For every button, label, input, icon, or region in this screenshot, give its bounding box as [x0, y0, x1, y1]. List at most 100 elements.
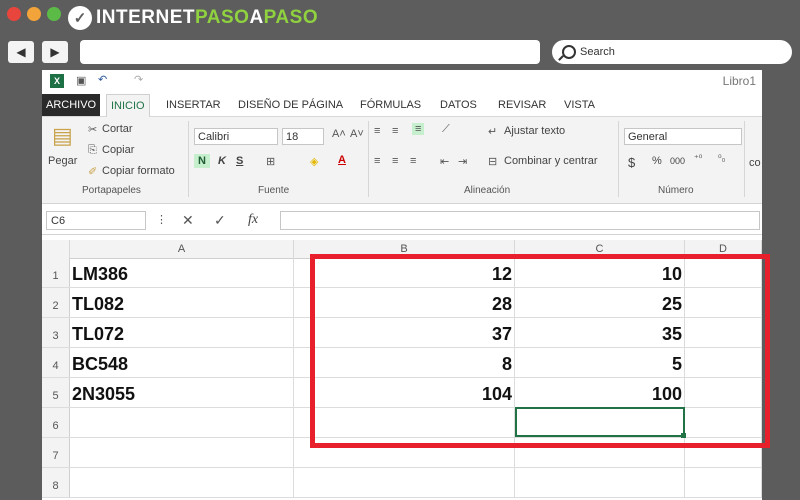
close-window-button[interactable]	[7, 7, 21, 21]
italic-button[interactable]: K	[218, 155, 226, 167]
paste-button[interactable]: Pegar	[48, 155, 77, 167]
cell-b8[interactable]	[294, 468, 515, 497]
cell-d8[interactable]	[685, 468, 762, 497]
align-left-icon[interactable]: ≡	[374, 155, 380, 167]
red-highlight-box	[310, 254, 770, 448]
font-name-value: Calibri	[198, 131, 230, 143]
currency-button[interactable]: $	[628, 155, 635, 170]
cell-a2[interactable]: TL082	[70, 288, 294, 317]
triangle-left-icon: ◀	[16, 45, 26, 59]
back-button[interactable]: ◀	[8, 41, 34, 63]
cell-a7[interactable]	[70, 438, 294, 467]
name-box[interactable]: C6	[46, 211, 146, 230]
group-divider	[618, 121, 619, 197]
cell-a4[interactable]: BC548	[70, 348, 294, 377]
grow-font-icon[interactable]: A˄	[332, 128, 346, 140]
maximize-window-button[interactable]	[47, 7, 61, 21]
ribbon-home: ▤ Pegar ✂ Cortar ⎘ Copiar ✐ Copiar forma…	[42, 117, 762, 204]
logo-word-internet: INTERNET	[96, 7, 195, 28]
percent-button[interactable]: %	[652, 155, 662, 167]
thousands-button[interactable]: 000	[670, 156, 685, 166]
copy-button[interactable]: Copiar	[102, 144, 134, 156]
search-placeholder: Search	[580, 46, 615, 58]
cell-a1[interactable]: LM386	[70, 258, 294, 287]
row-header[interactable]: 2	[42, 288, 70, 317]
scissors-icon[interactable]: ✂	[88, 123, 97, 136]
site-logo[interactable]: ✓ INTERNET PASO A PASO	[68, 5, 318, 31]
number-format-value: General	[628, 131, 668, 143]
format-painter-icon[interactable]: ✐	[88, 165, 97, 178]
workbook-title: Libro1	[722, 74, 756, 88]
tab-datos[interactable]: DATOS	[436, 94, 481, 116]
tab-archivo[interactable]: ARCHIVO	[42, 94, 101, 116]
bold-button[interactable]: N	[194, 154, 210, 168]
align-middle-icon[interactable]: ≡	[392, 125, 398, 137]
row-header[interactable]: 8	[42, 468, 70, 497]
format-painter-button[interactable]: Copiar formato	[102, 165, 175, 177]
merge-center-button[interactable]: Combinar y centrar	[504, 155, 598, 167]
cell-a5[interactable]: 2N3055	[70, 378, 294, 407]
font-color-icon[interactable]: A	[338, 154, 346, 166]
tab-diseno-de-pagina[interactable]: DISEÑO DE PÁGINA	[234, 94, 347, 116]
redo-icon[interactable]: ↷	[134, 73, 143, 86]
underline-button[interactable]: S	[236, 155, 243, 167]
address-bar[interactable]	[80, 40, 540, 64]
font-size-select[interactable]: 18	[282, 128, 324, 145]
shrink-font-icon[interactable]: A˅	[350, 128, 364, 140]
row-header[interactable]: 6	[42, 408, 70, 437]
row-header[interactable]: 1	[42, 258, 70, 287]
search-input[interactable]: Search	[552, 40, 792, 64]
row-header[interactable]: 5	[42, 378, 70, 407]
decrease-indent-icon[interactable]: ⇤	[440, 155, 449, 168]
cell-a8[interactable]	[70, 468, 294, 497]
forward-button[interactable]: ▶	[42, 41, 68, 63]
borders-icon[interactable]: ⊞	[266, 155, 275, 168]
cut-button[interactable]: Cortar	[102, 123, 133, 135]
number-format-select[interactable]: General	[624, 128, 742, 145]
fill-color-icon[interactable]: ◈	[310, 155, 318, 168]
more-options-icon[interactable]: ⋮	[156, 213, 167, 226]
formula-input[interactable]	[280, 211, 760, 230]
cancel-icon[interactable]: ✕	[182, 212, 194, 229]
tab-vista[interactable]: VISTA	[560, 94, 599, 116]
align-top-icon[interactable]: ≡	[374, 125, 380, 137]
merge-center-icon[interactable]: ⊟	[488, 155, 497, 168]
wrap-text-button[interactable]: Ajustar texto	[504, 125, 565, 137]
paste-icon[interactable]: ▤	[52, 123, 73, 149]
formula-bar: C6 ⋮ ✕ ✓ fx	[42, 208, 762, 235]
align-right-icon[interactable]: ≡	[410, 155, 416, 167]
wrap-text-icon[interactable]: ↵	[488, 125, 497, 138]
logo-icon: ✓	[68, 6, 92, 30]
font-size-value: 18	[286, 131, 299, 143]
logo-word-paso-2: PASO	[263, 7, 319, 28]
save-icon[interactable]: ▣	[76, 74, 86, 87]
copy-icon[interactable]: ⎘	[88, 144, 97, 157]
align-center-icon[interactable]: ≡	[392, 155, 398, 167]
increase-indent-icon[interactable]: ⇥	[458, 155, 467, 168]
enter-icon[interactable]: ✓	[214, 212, 226, 229]
undo-icon[interactable]: ↶	[98, 73, 107, 86]
orientation-icon[interactable]: ⟋	[442, 123, 450, 136]
decrease-decimal-icon[interactable]: ⁰₀	[718, 153, 725, 164]
increase-decimal-icon[interactable]: ⁺⁰	[694, 153, 702, 164]
tab-inicio[interactable]: INICIO	[106, 94, 150, 117]
align-bottom-icon[interactable]: ≡	[412, 123, 425, 135]
tab-revisar[interactable]: REVISAR	[494, 94, 550, 116]
font-name-select[interactable]: Calibri	[194, 128, 278, 145]
row-header[interactable]: 4	[42, 348, 70, 377]
tab-formulas[interactable]: FÓRMULAS	[356, 94, 425, 116]
browser-titlebar: ✓ INTERNET PASO A PASO	[0, 0, 800, 34]
row-header[interactable]: 3	[42, 318, 70, 347]
cell-a6[interactable]	[70, 408, 294, 437]
insert-function-button[interactable]: fx	[248, 212, 258, 228]
cell-c8[interactable]	[515, 468, 685, 497]
minimize-window-button[interactable]	[27, 7, 41, 21]
ribbon-overflow-label: co	[749, 157, 761, 169]
cell-a3[interactable]: TL072	[70, 318, 294, 347]
column-header-a[interactable]: A	[70, 240, 294, 258]
search-icon	[562, 45, 576, 59]
select-all-corner[interactable]	[42, 240, 70, 258]
group-label-alignment: Alineación	[464, 185, 511, 196]
tab-insertar[interactable]: INSERTAR	[162, 94, 225, 116]
row-header[interactable]: 7	[42, 438, 70, 467]
